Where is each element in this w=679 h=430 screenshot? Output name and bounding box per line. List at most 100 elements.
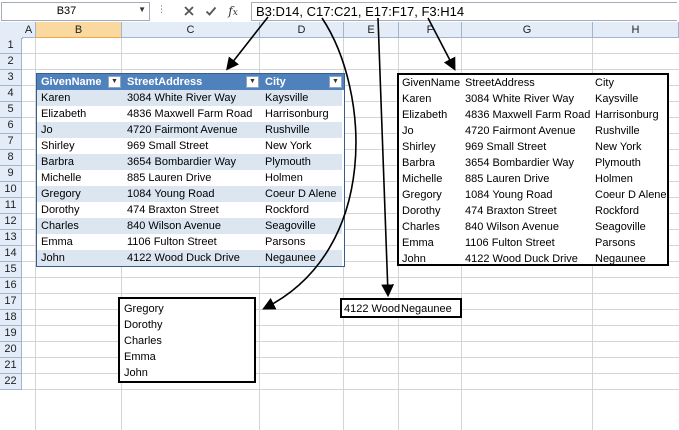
table-row[interactable]: Michelle 885 Lauren Drive Holmen	[37, 170, 342, 186]
table-row[interactable]: Jo 4720 Fairmont Avenue Rushville	[399, 123, 667, 139]
table-row[interactable]: Elizabeth 4836 Maxwell Farm Road Harrisonb…	[399, 107, 667, 123]
row-header-1[interactable]: 1	[0, 38, 22, 54]
table-cell[interactable]: Coeur D Alene	[265, 186, 342, 202]
table-row[interactable]: Shirley 969 Small Street New York	[37, 138, 342, 154]
cancel-icon[interactable]	[180, 2, 198, 19]
table-cell[interactable]: 3654 Bombardier Way	[127, 154, 261, 170]
row-header-2[interactable]: 2	[0, 54, 22, 70]
cell[interactable]: Negaunee	[595, 251, 667, 264]
cell[interactable]: Gregory	[402, 187, 463, 203]
table-cell[interactable]: 4122 Wood Duck Drive	[127, 250, 261, 266]
table-cell[interactable]: 885 Lauren Drive	[127, 170, 261, 186]
table-cell[interactable]: 474 Braxton Street	[127, 202, 261, 218]
cell[interactable]: Karen	[402, 91, 463, 107]
table-cell[interactable]: Rushville	[265, 122, 342, 138]
list-item[interactable]: Charles	[124, 333, 162, 349]
name-box[interactable]: B37 ▼	[1, 2, 150, 21]
row-header-21[interactable]: 21	[0, 358, 22, 374]
table-cell[interactable]: 969 Small Street	[127, 138, 261, 154]
table-row[interactable]: Shirley 969 Small Street New York	[399, 139, 667, 155]
cell[interactable]: StreetAddress	[465, 75, 593, 91]
table-cell[interactable]: 4720 Fairmont Avenue	[127, 122, 261, 138]
header-streetaddress[interactable]: StreetAddress ▼	[123, 74, 261, 90]
cell[interactable]: Shirley	[402, 139, 463, 155]
table-row[interactable]: Gregory 1084 Young Road Coeur D Alene	[37, 186, 342, 202]
column-header-g[interactable]: G	[462, 22, 593, 38]
list-item[interactable]: Gregory	[124, 301, 164, 317]
cell[interactable]: Michelle	[402, 171, 463, 187]
table-cell[interactable]: Emma	[41, 234, 123, 250]
row-header-16[interactable]: 16	[0, 278, 22, 294]
table-cell[interactable]: 3084 White River Way	[127, 90, 261, 106]
table-cell[interactable]: Seagoville	[265, 218, 342, 234]
header-city[interactable]: City ▼	[261, 74, 344, 90]
table-row[interactable]: Jo 4720 Fairmont Avenue Rushville	[37, 122, 342, 138]
cell[interactable]: City	[595, 75, 667, 91]
cell[interactable]: 474 Braxton Street	[465, 203, 593, 219]
cell[interactable]: Harrisonburg	[595, 107, 667, 123]
row-header-22[interactable]: 22	[0, 374, 22, 390]
table-cell[interactable]: Elizabeth	[41, 106, 123, 122]
column-header-e[interactable]: E	[344, 22, 399, 38]
cell[interactable]: 1106 Fulton Street	[465, 235, 593, 251]
cell[interactable]: Rockford	[595, 203, 667, 219]
cell[interactable]: Holmen	[595, 171, 667, 187]
row-header-19[interactable]: 19	[0, 326, 22, 342]
formula-input[interactable]: B3:D14, C17:C21, E17:F17, F3:H14	[251, 2, 677, 21]
cell[interactable]: 969 Small Street	[465, 139, 593, 155]
table-cell[interactable]: Jo	[41, 122, 123, 138]
table-cell[interactable]: Plymouth	[265, 154, 342, 170]
row-header-3[interactable]: 3	[0, 70, 22, 86]
select-all-corner[interactable]	[0, 22, 23, 39]
table-cell[interactable]: Negaunee	[265, 250, 342, 266]
cell[interactable]: 885 Lauren Drive	[465, 171, 593, 187]
cell[interactable]: Dorothy	[402, 203, 463, 219]
table-row[interactable]: John 4122 Wood Duck Drive Negaunee	[37, 250, 342, 266]
row-header-15[interactable]: 15	[0, 262, 22, 278]
table-row[interactable]: Emma 1106 Fulton Street Parsons	[399, 235, 667, 251]
table-row[interactable]: Charles 840 Wilson Avenue Seagoville	[399, 219, 667, 235]
table-cell[interactable]: John	[41, 250, 123, 266]
table-cell[interactable]: Shirley	[41, 138, 123, 154]
cell[interactable]: Coeur D Alene	[595, 187, 667, 203]
cell[interactable]: John	[402, 251, 463, 264]
table-row[interactable]: Barbra 3654 Bombardier Way Plymouth	[37, 154, 342, 170]
list-item[interactable]: Emma	[124, 349, 156, 365]
row-header-14[interactable]: 14	[0, 246, 22, 262]
column-header-a[interactable]: A	[22, 22, 36, 38]
header-givenname[interactable]: GivenName ▼	[37, 74, 123, 90]
table-cell[interactable]: Holmen	[265, 170, 342, 186]
table-cell[interactable]: Michelle	[41, 170, 123, 186]
cell[interactable]: 1084 Young Road	[465, 187, 593, 203]
cell[interactable]: 840 Wilson Avenue	[465, 219, 593, 235]
table-row[interactable]: Charles 840 Wilson Avenue Seagoville	[37, 218, 342, 234]
column-header-h[interactable]: H	[593, 22, 679, 38]
table-cell[interactable]: 1106 Fulton Street	[127, 234, 261, 250]
cell[interactable]: Charles	[402, 219, 463, 235]
table-row[interactable]: Dorothy 474 Braxton Street Rockford	[399, 203, 667, 219]
list-item[interactable]: John	[124, 365, 148, 381]
row-header-9[interactable]: 9	[0, 166, 22, 182]
table-row[interactable]: Dorothy 474 Braxton Street Rockford	[37, 202, 342, 218]
cell[interactable]: Emma	[402, 235, 463, 251]
table-cell[interactable]: Harrisonburg	[265, 106, 342, 122]
cell[interactable]: Elizabeth	[402, 107, 463, 123]
row-header-10[interactable]: 10	[0, 182, 22, 198]
row-header-6[interactable]: 6	[0, 118, 22, 134]
row-header-5[interactable]: 5	[0, 102, 22, 118]
cell[interactable]: Kaysville	[595, 91, 667, 107]
table-cell[interactable]: Gregory	[41, 186, 123, 202]
table-row[interactable]: John 4122 Wood Duck Drive Negaunee	[399, 251, 667, 264]
column-header-c[interactable]: C	[122, 22, 260, 38]
filter-dropdown-icon[interactable]: ▼	[108, 76, 121, 88]
table-row[interactable]: Gregory 1084 Young Road Coeur D Alene	[399, 187, 667, 203]
cell[interactable]: Rushville	[595, 123, 667, 139]
row-header-11[interactable]: 11	[0, 198, 22, 214]
cell[interactable]: Jo	[402, 123, 463, 139]
row-header-12[interactable]: 12	[0, 214, 22, 230]
drag-handle-icon[interactable]: ⋮	[157, 4, 166, 15]
cell[interactable]: Parsons	[595, 235, 667, 251]
row-header-20[interactable]: 20	[0, 342, 22, 358]
cell[interactable]: 4836 Maxwell Farm Road	[465, 107, 593, 123]
table-row[interactable]: Karen 3084 White River Way Kaysville	[37, 90, 342, 106]
